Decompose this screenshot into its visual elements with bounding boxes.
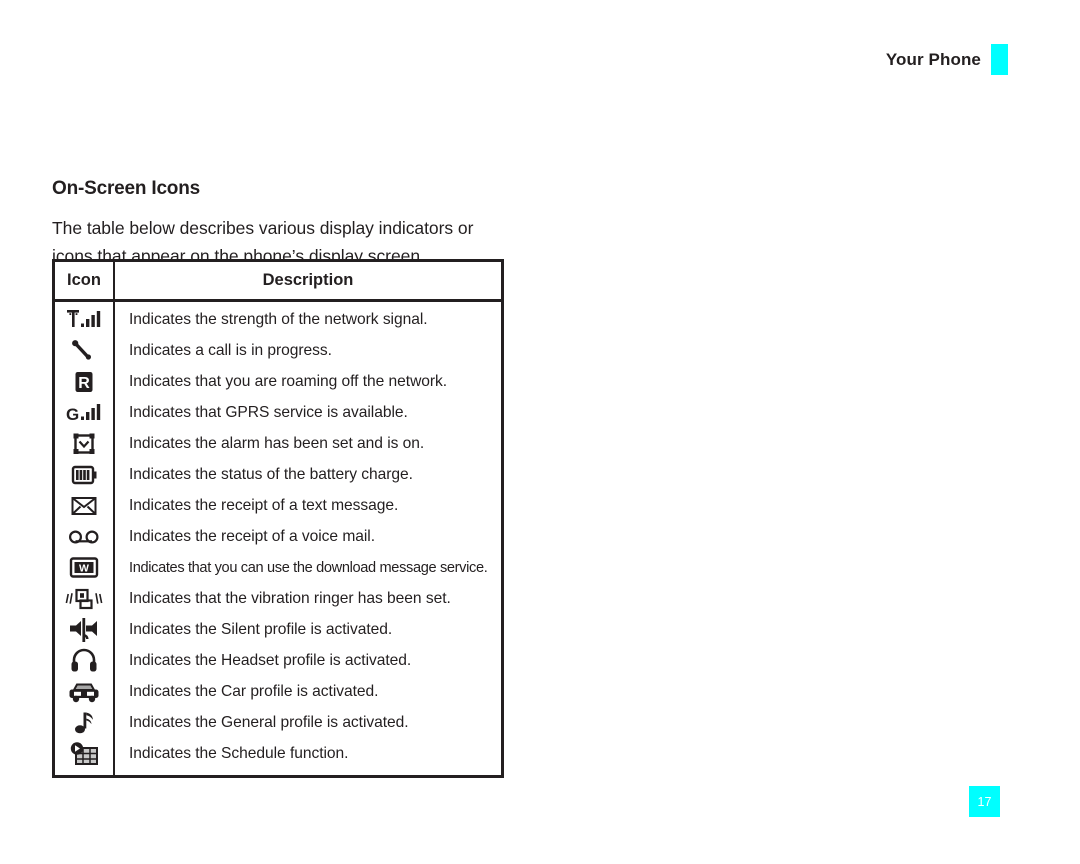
roaming-icon: R [73,370,95,394]
description-cell: Indicates the Car profile is activated. [129,682,379,700]
description-cell: Indicates the strength of the network si… [129,310,428,328]
table-row [55,459,113,490]
table-row: W [55,552,113,583]
silent-profile-icon [68,617,100,643]
table-row [55,428,113,459]
car-profile-icon [67,681,101,703]
running-header: Your Phone [886,44,1008,75]
description-cell: Indicates that you can use the download … [129,559,488,576]
description-cell: Indicates the receipt of a text message. [129,496,399,514]
table-row [55,676,113,707]
table-row [55,614,113,645]
table-row [55,490,113,521]
description-cell: Indicates the Headset profile is activat… [129,651,412,669]
column-header-icon: Icon [55,262,115,299]
icon-column: R G W [55,302,115,775]
description-column: Indicates the strength of the network si… [115,302,501,775]
call-in-progress-icon [71,339,97,363]
general-profile-icon [72,710,96,736]
description-cell: Indicates that the vibration ringer has … [129,589,451,607]
battery-icon [70,464,98,486]
schedule-function-icon [69,741,99,767]
table-row [55,304,113,335]
table-row [55,645,113,676]
description-cell: Indicates the General profile is activat… [129,713,409,731]
table-row [55,521,113,552]
signal-strength-icon [65,308,103,332]
table-body: R G W Indicates the strength of the netw… [55,302,501,775]
vibration-ringer-icon [65,587,103,611]
gprs-service-icon: G [65,401,103,425]
description-cell: Indicates the Silent profile is activate… [129,620,393,638]
on-screen-icons-table: Icon Description R G W Indicates the str… [52,259,504,778]
column-header-description: Description [262,271,354,289]
voice-mail-icon [68,528,100,546]
table-row [55,335,113,366]
table-row: G [55,397,113,428]
description-cell: Indicates that GPRS service is available… [129,403,408,421]
running-header-title: Your Phone [885,49,981,69]
page-title: On-Screen Icons [52,177,200,199]
table-header-row: Icon Description [55,262,501,302]
description-cell: Indicates the alarm has been set and is … [129,434,425,452]
headset-profile-icon [70,648,98,673]
description-cell: Indicates the status of the battery char… [129,465,413,483]
svg-text:G: G [66,405,79,424]
table-row [55,707,113,738]
description-cell: Indicates a call is in progress. [129,341,332,359]
description-cell: Indicates that you are roaming off the n… [129,372,448,390]
chapter-tab-marker [991,44,1008,75]
description-cell: Indicates the receipt of a voice mail. [129,527,375,545]
description-cell: Indicates the Schedule function. [129,744,349,762]
alarm-clock-icon [71,431,97,456]
download-message-icon: W [69,556,99,579]
table-row [55,583,113,614]
table-row [55,738,113,769]
svg-text:R: R [78,375,90,392]
table-row: R [55,366,113,397]
text-message-icon [70,495,98,517]
page-number-badge: 17 [969,786,1000,817]
svg-text:W: W [79,562,89,574]
